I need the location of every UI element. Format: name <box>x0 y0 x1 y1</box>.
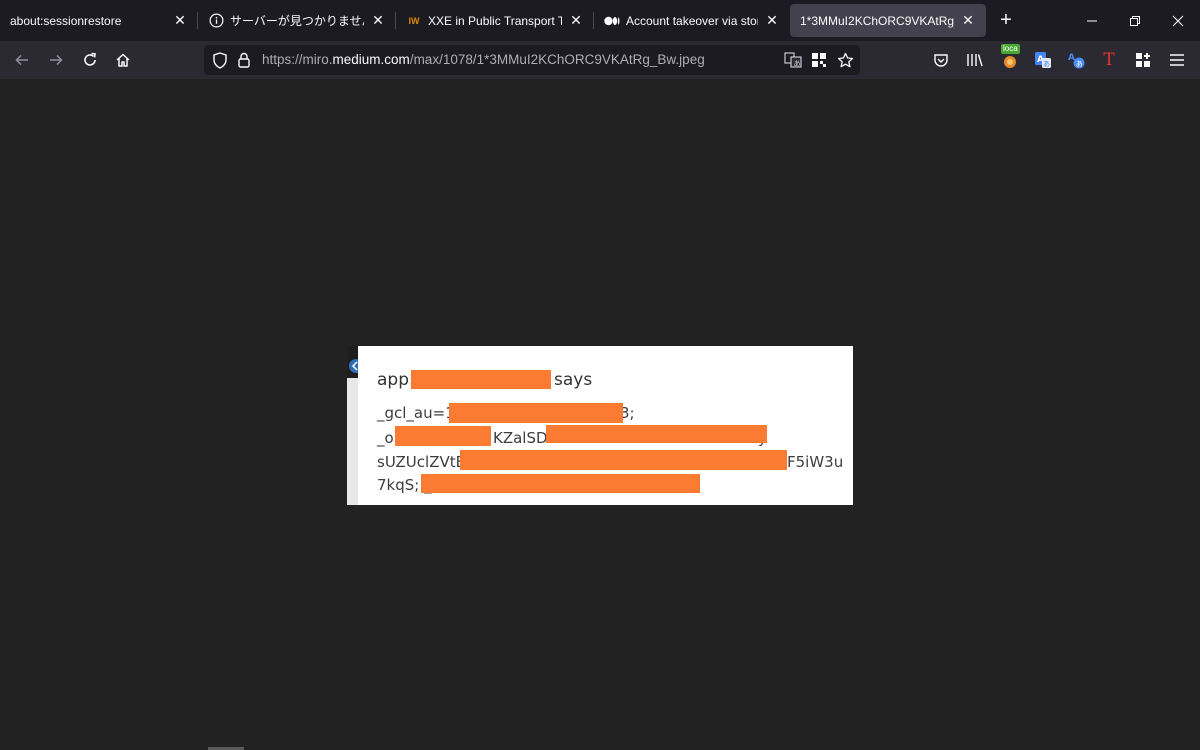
t-extension-icon[interactable]: T <box>1099 50 1119 70</box>
translate-page-icon[interactable]: あ <box>783 50 803 70</box>
redaction-box <box>449 403 623 423</box>
chevron-left-icon <box>349 359 358 373</box>
shield-icon[interactable] <box>210 50 230 70</box>
close-icon[interactable]: ✕ <box>960 12 976 29</box>
url-host: medium.com <box>332 52 410 67</box>
alert-dialog: app. says _gcl_au=1. 3; _or KZalSDr y sU… <box>358 346 853 505</box>
lock-icon[interactable] <box>234 50 254 70</box>
forward-button[interactable] <box>42 46 70 74</box>
url-path: /max/1078/1*3MMuI2KChORC9VKAtRg_Bw.jpeg <box>409 52 705 67</box>
library-icon[interactable] <box>965 50 985 70</box>
page-content: app. says _gcl_au=1. 3; _or KZalSDr y sU… <box>0 79 1200 750</box>
cookie-line-5-cut: ... <box>377 497 391 505</box>
pocket-icon[interactable] <box>931 50 951 70</box>
translate-extension-icon[interactable]: Aあ <box>1033 50 1053 70</box>
url-text: https://miro.medium.com/max/1078/1*3MMuI… <box>262 52 705 67</box>
qr-code-icon[interactable] <box>809 50 829 70</box>
minimize-button[interactable] <box>1069 0 1115 41</box>
reload-button[interactable] <box>76 46 104 74</box>
close-window-button[interactable] <box>1155 0 1200 41</box>
translate-popup-icon[interactable]: Aあ <box>1066 50 1086 70</box>
navigation-toolbar: https://miro.medium.com/max/1078/1*3MMuI… <box>0 41 1200 79</box>
info-icon <box>208 13 224 29</box>
svg-text:あ: あ <box>1076 60 1083 68</box>
tab-server-not-found[interactable]: サーバーが見つかりませんでした ✕ <box>198 0 396 41</box>
tab-image-active[interactable]: 1*3MMuI2KChORC9VKAtRg_Bw.jp ✕ <box>790 4 986 37</box>
home-button[interactable] <box>109 46 137 74</box>
back-button[interactable] <box>8 46 36 74</box>
close-icon[interactable]: ✕ <box>370 12 386 29</box>
tab-session-restore[interactable]: about:sessionrestore ✕ <box>0 0 198 41</box>
tab-title: サーバーが見つかりませんでした <box>230 14 364 28</box>
extension-localcdn-icon[interactable]: loca <box>1000 44 1020 70</box>
url-bar[interactable]: https://miro.medium.com/max/1078/1*3MMuI… <box>204 45 860 75</box>
new-tab-button[interactable]: + <box>986 0 1026 41</box>
restore-button[interactable] <box>1112 0 1158 41</box>
cookie-line-1a: _gcl_au=1. <box>377 404 460 422</box>
displayed-image: app. says _gcl_au=1. 3; _or KZalSDr y sU… <box>347 346 853 505</box>
redaction-box <box>411 370 551 389</box>
close-icon[interactable]: ✕ <box>172 12 188 29</box>
dialog-title-prefix: app. <box>377 370 415 390</box>
dialog-title-suffix: says <box>554 370 593 390</box>
redaction-box <box>421 474 700 493</box>
image-left-strip <box>347 346 358 505</box>
extension-badge: loca <box>1001 44 1020 54</box>
redaction-box <box>460 450 787 470</box>
iw-logo-icon: IW <box>408 15 420 26</box>
url-prefix: https://miro. <box>262 52 333 67</box>
tab-account-takeover[interactable]: Account takeover via stored ✕ <box>594 0 790 41</box>
cookie-line-2b: KZalSDr <box>493 429 554 447</box>
redaction-box <box>395 426 491 446</box>
redaction-box <box>546 425 767 443</box>
extensions-icon[interactable] <box>1133 50 1153 70</box>
tab-title: Account takeover via stored <box>626 13 758 28</box>
cookie-line-3b: F5iW3u <box>787 453 844 471</box>
close-icon[interactable]: ✕ <box>764 12 780 29</box>
tab-xxe-article[interactable]: IW XXE in Public Transport Ticket ✕ <box>396 0 594 41</box>
tab-title: about:sessionrestore <box>10 13 122 28</box>
tab-title: 1*3MMuI2KChORC9VKAtRg_Bw.jp <box>800 13 954 28</box>
tab-title: XXE in Public Transport Ticket <box>428 13 562 28</box>
menu-icon[interactable] <box>1167 50 1187 70</box>
bookmark-star-icon[interactable] <box>835 50 855 70</box>
tab-strip: about:sessionrestore ✕ サーバーが見つかりませんでした ✕… <box>0 0 1200 41</box>
close-icon[interactable]: ✕ <box>568 12 584 29</box>
svg-text:あ: あ <box>1043 60 1050 68</box>
svg-text:あ: あ <box>794 60 801 68</box>
medium-logo-icon <box>604 13 620 29</box>
